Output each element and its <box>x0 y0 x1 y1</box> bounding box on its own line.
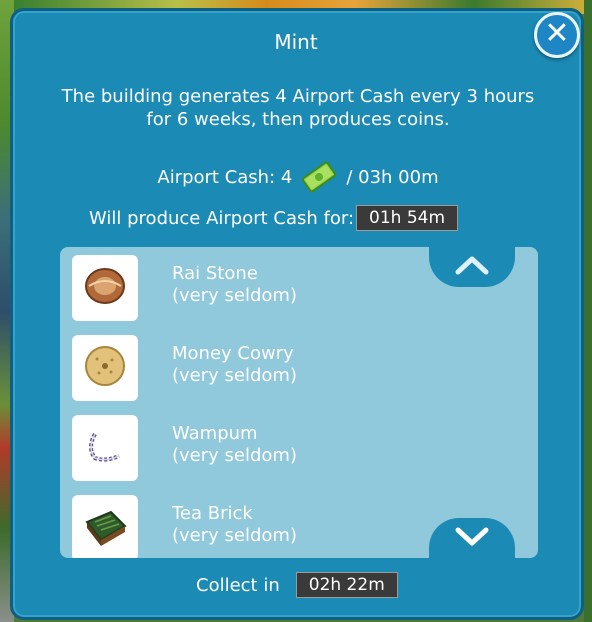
item-frequency: (very seldom) <box>172 525 297 546</box>
chevron-down-icon <box>454 526 490 552</box>
item-frequency: (very seldom) <box>172 285 297 306</box>
scroll-down-button[interactable] <box>429 518 515 560</box>
item-name: Rai Stone <box>172 263 258 284</box>
chevron-up-icon <box>454 254 490 280</box>
collect-countdown: Collect in 02h 22m <box>196 572 398 598</box>
building-description: The building generates 4 Airport Cash ev… <box>0 85 592 131</box>
airport-cash-icon <box>300 159 338 195</box>
produce-duration: Will produce Airport Cash for: 01h 54m <box>89 205 459 231</box>
cash-label: Airport Cash: 4 <box>157 166 293 188</box>
close-button[interactable]: ✕ <box>534 12 580 58</box>
item-thumbnail <box>72 335 138 401</box>
item-frequency: (very seldom) <box>172 365 297 386</box>
description-line-2: for 6 weeks, then produces coins. <box>146 109 450 130</box>
rai-stone-icon <box>81 262 129 314</box>
cash-rate: / 03h 00m <box>346 166 439 188</box>
item-name: Tea Brick <box>172 503 253 524</box>
money-cowry-icon <box>81 342 129 394</box>
list-item: Wampum (very seldom) <box>72 415 492 481</box>
wampum-icon <box>81 422 129 474</box>
tea-brick-icon <box>81 502 129 554</box>
close-icon: ✕ <box>544 16 570 51</box>
description-line-1: The building generates 4 Airport Cash ev… <box>61 86 535 107</box>
item-list[interactable]: Rai Stone (very seldom) Money Cowry (ver… <box>60 247 538 558</box>
produce-label: Will produce Airport Cash for: <box>89 207 355 229</box>
item-thumbnail <box>72 255 138 321</box>
collect-timer: 02h 22m <box>295 572 398 598</box>
list-item: Money Cowry (very seldom) <box>72 335 492 401</box>
dialog-title: Mint <box>274 30 318 54</box>
airport-cash-rate: Airport Cash: 4 / 03h 00m <box>0 159 592 195</box>
item-thumbnail <box>72 415 138 481</box>
scroll-up-button[interactable] <box>429 247 515 287</box>
item-name: Money Cowry <box>172 343 294 364</box>
item-name: Wampum <box>172 423 258 444</box>
list-item: Rai Stone (very seldom) <box>72 255 492 321</box>
produce-timer: 01h 54m <box>356 205 459 231</box>
item-frequency: (very seldom) <box>172 445 297 466</box>
item-thumbnail <box>72 495 138 558</box>
collect-label: Collect in <box>196 574 280 596</box>
